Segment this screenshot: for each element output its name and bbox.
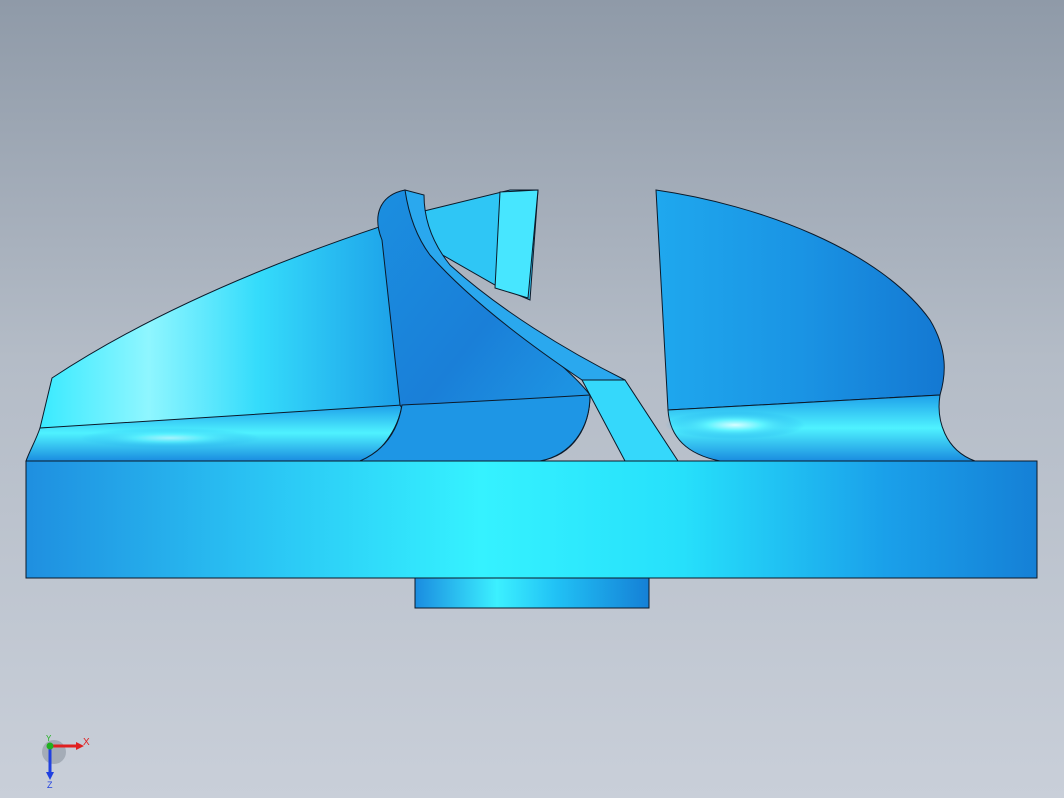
triad-origin-shadow: [42, 740, 66, 764]
model-viewport[interactable]: [0, 0, 1064, 798]
right-blade[interactable]: [655, 189, 945, 411]
slot-face[interactable]: [581, 379, 679, 462]
y-axis-label: Y: [46, 734, 52, 743]
z-axis-arrowhead: [46, 772, 54, 780]
axis-triad: X Y Z: [42, 734, 90, 788]
fillet-highlight: [665, 411, 805, 439]
z-axis-label: Z: [47, 780, 53, 788]
x-axis-label: X: [83, 737, 90, 748]
base-disk[interactable]: [25, 460, 1038, 579]
fillet-highlight-left: [80, 428, 260, 448]
left-blade[interactable]: [39, 224, 403, 429]
hub-boss[interactable]: [414, 577, 650, 609]
y-axis-dot: [46, 742, 54, 750]
